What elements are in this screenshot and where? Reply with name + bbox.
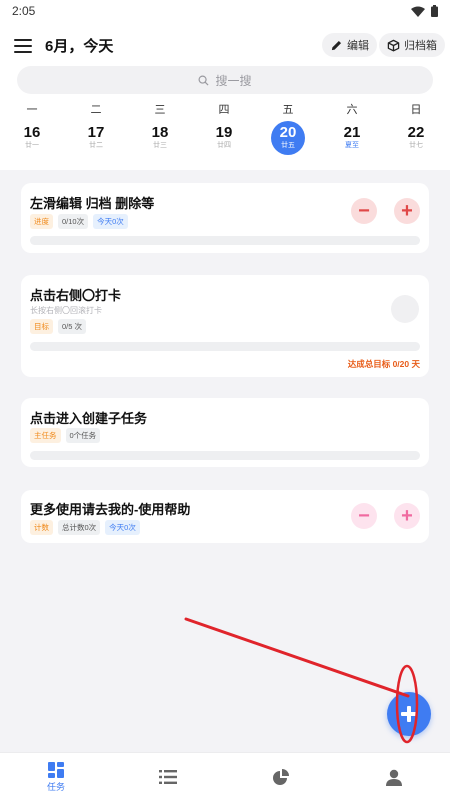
day-fri-selected[interactable]: 五 20 廿五 [268, 102, 308, 155]
weekday-label: 五 [282, 104, 294, 116]
checkin-circle-button[interactable] [391, 295, 419, 323]
archive-button-label: 归档箱 [404, 40, 437, 52]
decrement-button[interactable]: − [351, 503, 377, 529]
plus-icon [401, 706, 417, 722]
day-mon[interactable]: 一 16 廿一 [12, 102, 52, 155]
pencil-icon [331, 40, 342, 50]
tab-list[interactable] [112, 753, 224, 800]
wifi-icon [411, 6, 425, 17]
task-type-tag: 计数 [30, 520, 53, 535]
plus-icon: + [401, 505, 413, 527]
task-type-tag: 主任务 [30, 428, 61, 443]
status-time: 2:05 [12, 4, 36, 18]
battery-icon [431, 5, 438, 17]
goal-progress-text: 达成总目标 0/20 天 [347, 359, 420, 369]
day-tue[interactable]: 二 17 廿二 [76, 102, 116, 155]
task-progress-tag: 0/10次 [58, 214, 89, 229]
annotation-arrow [184, 617, 410, 698]
tab-profile[interactable] [338, 753, 450, 800]
dashboard-icon [48, 761, 64, 778]
task-type-tag: 进度 [30, 214, 53, 229]
progress-bar [30, 342, 420, 351]
task-today-tag: 今天0次 [105, 520, 140, 535]
subtask-count-tag: 0个任务 [65, 428, 101, 443]
day-number: 22 [407, 124, 425, 141]
increment-button[interactable]: + [394, 503, 420, 529]
edit-button-label: 编辑 [347, 40, 369, 52]
day-sat[interactable]: 六 21 夏至 [332, 102, 372, 155]
task-type-tag: 目标 [30, 319, 53, 334]
edit-button[interactable]: 编辑 [322, 33, 377, 57]
lunar-date: 夏至 [345, 142, 359, 149]
day-sun[interactable]: 日 22 廿七 [396, 102, 436, 155]
day-number: 21 [343, 124, 361, 141]
day-thu[interactable]: 四 19 廿四 [204, 102, 244, 155]
task-title: 点击右侧〇打卡 [30, 288, 122, 303]
lunar-date: 廿七 [409, 142, 423, 149]
weekday-label: 一 [26, 104, 38, 116]
add-task-button[interactable] [387, 692, 431, 736]
progress-bar [30, 451, 420, 460]
weekday-label: 四 [218, 104, 230, 116]
bottom-tab-bar: 任务 [0, 752, 450, 800]
task-title: 左滑编辑 归档 删除等 [30, 196, 155, 211]
minus-icon: − [358, 505, 370, 527]
progress-bar [30, 236, 420, 245]
page-title: 6月，今天 [45, 38, 114, 55]
day-number: 20 [279, 124, 297, 141]
day-number: 16 [23, 124, 41, 141]
decrement-button[interactable]: − [351, 198, 377, 224]
plus-icon: + [401, 200, 413, 222]
task-card[interactable]: 更多使用请去我的-使用帮助 计数 总计数0次 今天0次 − + [21, 490, 429, 543]
weekday-label: 三 [154, 104, 166, 116]
day-number: 19 [215, 124, 233, 141]
task-card[interactable]: 点击右侧〇打卡 长按右侧〇回滚打卡 目标 0/5 次 达成总目标 0/20 天 [21, 275, 429, 377]
task-today-tag: 今天0次 [93, 214, 128, 229]
pie-chart-icon [273, 769, 289, 785]
status-icons [411, 5, 438, 17]
archive-button[interactable]: 归档箱 [379, 33, 445, 57]
task-progress-tag: 0/5 次 [58, 319, 87, 334]
app-header: 6月，今天 编辑 归档箱 搜一搜 一 16 廿一 二 17 廿二 三 18 廿三 四 … [0, 22, 450, 170]
day-number: 18 [151, 124, 169, 141]
weekday-label: 二 [90, 104, 102, 116]
increment-button[interactable]: + [394, 198, 420, 224]
weekday-label: 六 [346, 104, 358, 116]
search-placeholder: 搜一搜 [215, 73, 252, 88]
task-card[interactable]: 左滑编辑 归档 删除等 进度 0/10次 今天0次 − + [21, 183, 429, 253]
day-wed[interactable]: 三 18 廿三 [140, 102, 180, 155]
lunar-date: 廿四 [217, 142, 231, 149]
search-input[interactable]: 搜一搜 [17, 66, 433, 94]
tab-tasks-label: 任务 [46, 781, 65, 792]
lunar-date: 廿一 [25, 142, 39, 149]
week-strip: 一 16 廿一 二 17 廿二 三 18 廿三 四 19 廿四 五 20 廿五 六 21 夏… [0, 102, 450, 164]
day-number: 17 [87, 124, 105, 141]
user-icon [386, 769, 402, 786]
menu-icon[interactable] [14, 39, 32, 53]
list-icon [159, 770, 177, 784]
task-subtitle: 长按右侧〇回滚打卡 [30, 306, 102, 315]
lunar-date: 廿三 [153, 142, 167, 149]
tab-stats[interactable] [225, 753, 337, 800]
status-bar: 2:05 [0, 0, 450, 22]
task-title: 点击进入创建子任务 [30, 411, 148, 426]
lunar-date: 廿二 [89, 142, 103, 149]
search-icon [198, 75, 209, 86]
total-count-tag: 总计数0次 [58, 520, 101, 535]
task-title: 更多使用请去我的-使用帮助 [30, 502, 191, 517]
lunar-date: 廿五 [281, 142, 295, 149]
box-icon [387, 39, 400, 51]
tab-tasks[interactable]: 任务 [0, 753, 112, 800]
task-card[interactable]: 点击进入创建子任务 主任务 0个任务 [21, 398, 429, 467]
minus-icon: − [358, 200, 370, 222]
weekday-label: 日 [410, 104, 422, 116]
